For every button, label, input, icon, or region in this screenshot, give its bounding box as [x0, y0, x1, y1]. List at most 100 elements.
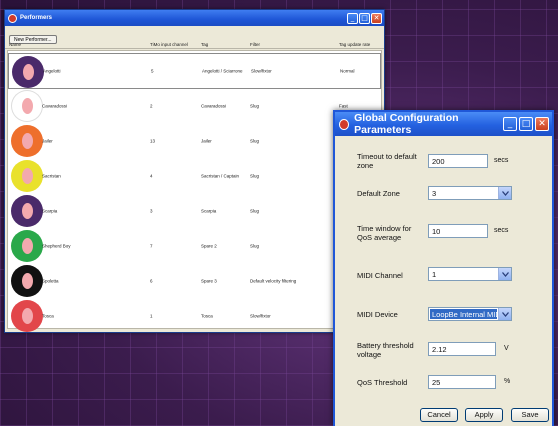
avatar [11, 160, 43, 192]
app-icon [8, 13, 17, 23]
cell-rate: Fast [339, 103, 348, 109]
cell-name: Spoletta [42, 278, 59, 284]
avatar [11, 265, 43, 297]
time-window-label: Time window for QoS average [357, 224, 412, 242]
cell-filter: Slug [250, 103, 260, 109]
config-title: Global Configuration Parameters [354, 112, 459, 136]
table-row[interactable]: Shepherd Boy 7 Spare 2 Slug [8, 228, 381, 264]
avatar-face [21, 168, 33, 184]
midi-channel-value: 1 [432, 270, 437, 279]
performers-title: Performers [20, 15, 53, 21]
timeout-label: Timeout to default zone [357, 152, 417, 170]
midi-channel-select[interactable]: 1 [428, 267, 512, 281]
avatar-face [21, 203, 33, 219]
cell-name: Angelotti [43, 68, 61, 74]
column-header-name[interactable]: Name [9, 42, 21, 47]
cell-name: Shepherd Boy [42, 243, 71, 249]
avatar [11, 90, 43, 122]
minimize-button[interactable]: _ [503, 117, 517, 131]
cell-name: Tosca [42, 313, 54, 319]
default-zone-select[interactable]: 3 [428, 186, 512, 200]
cell-filter: Slow/fixtor [250, 313, 271, 319]
midi-channel-label: MIDI Channel [357, 271, 403, 280]
close-button[interactable]: ✕ [535, 117, 549, 131]
qos-threshold-input[interactable]: 25 [428, 375, 496, 389]
timeout-unit: secs [494, 157, 509, 164]
avatar-face [22, 64, 34, 80]
time-window-unit: secs [494, 227, 509, 234]
table-row[interactable]: Angelotti 5 Angelotti / Sciarrone Slow/fixt… [8, 53, 381, 89]
close-button[interactable]: ✕ [371, 12, 382, 24]
avatar-face [21, 308, 33, 324]
column-header-filter[interactable]: Filter [250, 42, 260, 47]
table-row[interactable]: Jailer 13 Jailer Slug [8, 123, 381, 159]
table-row[interactable]: Tosca 1 Tosca Slow/fixtor [8, 298, 381, 334]
chevron-down-icon[interactable] [498, 308, 511, 320]
apply-button[interactable]: Apply [465, 408, 503, 422]
column-header-rate[interactable]: Tag update rate [339, 42, 370, 47]
avatar [12, 56, 44, 88]
battery-threshold-input[interactable]: 2.12 [428, 342, 496, 356]
cell-filter: Default velocity filtering [250, 278, 297, 284]
cell-rate: Normal [340, 68, 355, 74]
cell-tag: Angelotti / Sciarrone [202, 68, 243, 74]
column-header-channel[interactable]: TiMo input channel [150, 42, 188, 47]
table-row[interactable]: Sacristan 4 Sacristan / Captain Slug [8, 158, 381, 194]
default-zone-value: 3 [432, 189, 437, 198]
midi-device-select[interactable]: LoopBe Internal MIDI [428, 307, 512, 321]
timeout-input[interactable]: 200 [428, 154, 488, 168]
cell-channel: 13 [150, 138, 156, 144]
cell-name: Cavaradossi [42, 103, 68, 109]
cell-channel: 3 [150, 208, 153, 214]
cell-tag: Jailer [201, 138, 212, 144]
global-config-dialog: Global Configuration Parameters _ □ ✕ Ti… [333, 110, 554, 426]
table-row[interactable]: Scarpia 3 Scarpia Slug [8, 193, 381, 229]
cell-tag: Cavaradossi [201, 103, 227, 109]
cell-name: Scarpia [42, 208, 58, 214]
avatar-face [21, 133, 33, 149]
default-zone-label: Default Zone [357, 189, 400, 198]
cell-channel: 5 [151, 68, 154, 74]
cell-tag: Sacristan / Captain [201, 173, 240, 179]
avatar [11, 230, 43, 262]
chevron-down-icon[interactable] [498, 187, 511, 199]
cell-channel: 2 [150, 103, 153, 109]
cancel-button[interactable]: Cancel [420, 408, 458, 422]
qos-threshold-unit: % [504, 378, 511, 385]
config-titlebar[interactable]: Global Configuration Parameters _ □ ✕ [335, 112, 552, 136]
cell-filter: Slug [250, 138, 260, 144]
column-header-tag[interactable]: Tag [201, 42, 208, 47]
maximize-button[interactable]: □ [359, 12, 370, 24]
table-row[interactable]: Spoletta 6 Spare 3 Default velocity filteri… [8, 263, 381, 299]
app-icon [339, 118, 350, 130]
avatar-face [21, 238, 33, 254]
performers-list[interactable]: Angelotti 5 Angelotti / Sciarrone Slow/fixt… [7, 50, 382, 332]
performers-column-header: Name TiMo input channel Tag Filter Tag u… [5, 40, 384, 49]
cell-channel: 4 [150, 173, 153, 179]
cell-channel: 1 [150, 313, 153, 319]
cell-filter: Slug [250, 243, 260, 249]
table-row[interactable]: Cavaradossi 2 Cavaradossi Slug Fast [8, 88, 381, 124]
avatar [11, 125, 43, 157]
chevron-down-icon[interactable] [498, 268, 511, 280]
cell-filter: Slug [250, 173, 260, 179]
minimize-button[interactable]: _ [347, 12, 358, 24]
cell-filter: Slug [250, 208, 260, 214]
cell-name: Sacristan [42, 173, 61, 179]
cell-name: Jailer [42, 138, 53, 144]
battery-threshold-unit: V [504, 345, 509, 352]
cell-tag: Spare 3 [201, 278, 217, 284]
save-button[interactable]: Save [511, 408, 549, 422]
performers-window: Performers _ □ ✕ New Performer... Name T… [4, 9, 385, 333]
qos-threshold-label: QoS Threshold [357, 378, 408, 387]
cell-filter: Slow/fixtor [251, 68, 272, 74]
performers-titlebar[interactable]: Performers _ □ ✕ [5, 10, 384, 26]
time-window-input[interactable]: 10 [428, 224, 488, 238]
cell-tag: Spare 2 [201, 243, 217, 249]
avatar-face [21, 273, 33, 289]
battery-threshold-label: Battery threshold voltage [357, 341, 414, 359]
cell-tag: Tosca [201, 313, 213, 319]
maximize-button[interactable]: □ [519, 117, 533, 131]
cell-channel: 7 [150, 243, 153, 249]
cell-channel: 6 [150, 278, 153, 284]
